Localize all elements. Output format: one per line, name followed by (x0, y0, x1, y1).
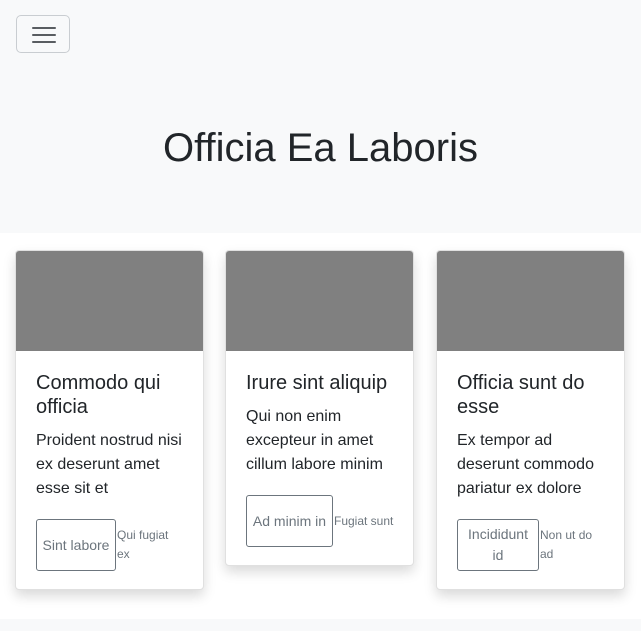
page-title: Officia Ea Laboris (163, 126, 478, 170)
card-button[interactable]: Sint labore (36, 519, 116, 571)
card-text: Proident nostrud nisi ex deserunt amet e… (36, 432, 182, 497)
card-image (437, 251, 624, 351)
card-title: Officia sunt do esse (457, 372, 585, 418)
card-image (226, 251, 413, 351)
card-small-text: Qui fugiat ex (117, 528, 169, 561)
card-button[interactable]: Incididunt id (457, 519, 539, 571)
card-small-text: Non ut do ad (540, 528, 593, 561)
card: Officia sunt do esse Ex tempor ad deseru… (436, 250, 625, 590)
card-title: Commodo qui officia (36, 372, 161, 418)
card-small-text: Fugiat sunt (334, 513, 394, 528)
card: Commodo qui officia Proident nostrud nis… (15, 250, 204, 590)
card-title: Irure sint aliquip (246, 372, 388, 394)
card-text: Ex tempor ad deserunt commodo pariatur e… (457, 432, 594, 497)
hero-section: Officia Ea Laboris (0, 0, 641, 233)
card-text: Qui non enim excepteur in amet cillum la… (246, 408, 383, 473)
footer (0, 619, 641, 631)
card-button[interactable]: Ad minim in (246, 495, 333, 547)
navbar-toggle-button[interactable] (16, 15, 70, 53)
card-image (16, 251, 203, 351)
card: Irure sint aliquip Qui non enim excepteu… (225, 250, 414, 566)
